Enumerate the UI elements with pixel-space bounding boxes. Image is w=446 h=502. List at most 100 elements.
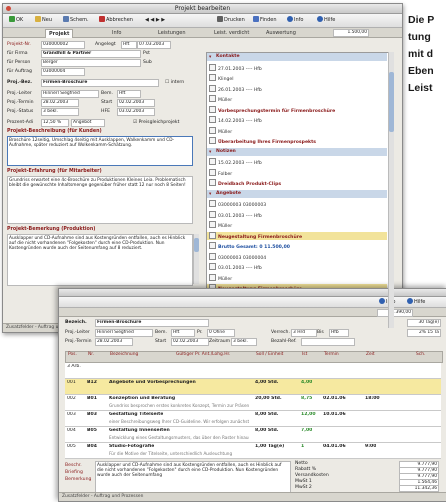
firma-field[interactable]: Grandhill & Partner [41,50,141,58]
tree-group-header[interactable]: ▾ Kontakte [207,53,387,61]
zeitraum-field[interactable]: 3 bekl. [231,338,257,346]
ok-button[interactable]: OK [7,16,25,25]
col-sch[interactable]: Sch. [416,352,425,358]
find-button[interactable]: Finden [251,16,279,25]
tree-item[interactable]: 03.01.2003 ---- Hfb [207,210,387,219]
discount-field[interactable]: 2% 15 Ta [407,329,441,337]
payment-days-field[interactable]: 30 Tag(e) [407,319,441,327]
table-row[interactable]: 004 B05 Gestaltung Innenseiten 8,00 Std. 7,0… [65,427,441,443]
hfe-field[interactable]: 03.02.2003 [117,108,155,116]
help-button[interactable]: Hilfe [405,298,427,307]
col-nr[interactable]: Nr. [88,352,94,358]
table-row[interactable]: 005 B04 Studio-Fotografie 1,00 Tag(e) 1 04.01… [65,443,441,459]
tab-leistungen[interactable]: Leistungen [155,29,189,37]
bemerkung-scrollbar[interactable] [193,234,199,284]
beschr-tab[interactable]: Beschr. [65,462,82,469]
preis-checkbox[interactable]: ☑ Preisgleichprojekt [133,119,179,126]
new-button[interactable]: Neu [33,16,54,25]
leiter-field[interactable]: Hinnerl Siegfried [95,329,153,337]
erfahrung-textarea[interactable]: Grundriss erwartet eine 4c-Broschüre zu … [7,176,193,224]
start-field[interactable]: 02.02.2003 [171,338,209,346]
tree-item[interactable]: Neugestaltung Firmenbroschüre [207,231,387,240]
bez-field[interactable]: Firmen-Broschüre [95,319,209,327]
print-button[interactable]: Drucken [215,16,247,25]
angebot-field[interactable]: Angebot [71,119,105,127]
schema-button[interactable]: Schem. [61,16,91,25]
bem3-field[interactable]: 0 Ohne [207,329,235,337]
bemerkung-tab[interactable]: Bemerkung [65,476,91,483]
briefing-tab[interactable]: Briefing [65,469,83,476]
projektnr-field[interactable]: 030000002 [41,41,85,49]
tree-item[interactable]: 03.01.2003 ---- Hfb [207,263,387,271]
tree-item[interactable]: Brutto Gesamt: 0 11.500,00 [207,242,387,250]
tab-auswertung[interactable]: Auswertung [263,29,299,37]
tree-group-header[interactable]: ▾ Notizen [207,147,387,156]
tree-item[interactable]: 03000003 03000004 [207,252,387,261]
bis-field[interactable]: Hfb [329,329,349,337]
person-field[interactable]: Berger [41,59,141,67]
start-field[interactable]: 02.02.2003 [117,99,155,107]
bez-field[interactable]: Firmen-Broschüre [41,79,159,87]
tree-item[interactable]: Müller [207,221,387,229]
tree-item[interactable]: 26.01.2003 ---- Hfb [207,84,387,93]
leiter-field[interactable]: Hinnerl Siegfried [41,90,99,98]
auftrag-field[interactable]: 03000004 [41,68,85,76]
col-zeit[interactable]: Zeit [366,352,375,358]
tree-item[interactable]: Dreidbach Produkt-Clips [207,179,387,187]
beschreibung-textarea[interactable]: Broschüre 12seitig, Umschlag 4seitig mit… [7,136,193,166]
cancel-button[interactable]: Abbrechen [97,16,135,25]
termin-field[interactable]: 28.02.2003 [41,99,79,107]
bottom-notes-textarea[interactable]: Ausklapper und CD-Aufnahme sind aus Kost… [95,461,291,493]
table-row[interactable]: 003 B03 Gestaltung Titelseite 8,00 Std. 12,0… [65,411,441,427]
col-preis[interactable]: Gültiger Pr. Ant./Lohg.Hr. [176,352,230,358]
table-row[interactable]: 002 B01 Konzeption und Beratung 20,00 Std. 8… [65,395,441,411]
tab-projekt[interactable]: Projekt [45,29,74,38]
tree-item[interactable]: 03000003 03000003 [207,200,387,208]
tree-item[interactable]: 27.01.2003 ---- Hfb [207,63,387,72]
info-button[interactable]: Info [285,16,305,25]
termin-field[interactable]: 28.02.2003 [95,338,133,346]
col-ist[interactable]: Ist [302,352,307,358]
col-bezeichnung[interactable]: Bezeichnung [110,352,138,358]
tree-item[interactable]: Müller [207,95,387,103]
col-soll[interactable]: Soll / Einheit [256,352,283,358]
tab-leist-verdicht[interactable]: Leist. verdicht [211,29,252,37]
window-titlebar[interactable]: Projekt bearbeiten [3,4,402,14]
scroll-thumb[interactable] [389,72,394,132]
bezeichnung-cell: Gestaltung Titelseite [109,412,164,417]
tab-info[interactable]: Info [109,29,124,37]
verrech-field[interactable]: 3 Hrd [291,329,317,337]
tree-item[interactable]: 14.02.2003 ---- Hfb [207,116,387,124]
intern-checkbox[interactable]: ☐ intern [165,79,184,86]
col-pos[interactable]: Pos. [68,352,77,358]
bemerkung-textarea[interactable]: Ausklapper und CD-Aufnahme sind aus Kost… [7,234,193,286]
help-button[interactable]: Hilfe [315,16,337,25]
bem-field[interactable]: Hft [117,90,141,98]
bezahlt-field[interactable] [301,338,355,346]
close-icon[interactable] [6,6,11,11]
schema-icon [63,16,69,22]
table-row[interactable]: 3 Arb. [65,363,441,379]
row-description: Entwicklung eines Gestaltungsmusters, da… [109,435,249,440]
nav-arrows[interactable]: ◀ ◀ ▶ ▶ [143,16,167,25]
tree-scrollbar[interactable] [388,52,394,328]
status-field[interactable]: 3 bekl. [41,108,79,116]
tree-item[interactable]: Müller [207,273,387,282]
scroll-thumb[interactable] [194,238,199,252]
table-row[interactable]: 001 B12 Angebote und Vorbesprechungen 4,00 … [65,379,441,395]
angelegt-date-field[interactable]: 07.03.2003 [137,41,171,49]
tree-item[interactable]: Überarbeitung Ihres Firmenprospekts [207,137,387,145]
tree-item[interactable]: Müller [207,126,387,135]
col-termin[interactable]: Termin [324,352,339,358]
angelegt-by-field[interactable]: Hft [121,41,137,49]
tree-item[interactable]: Folber [207,168,387,177]
tree-group-header[interactable]: ▾ Angebote [207,189,387,198]
tree-item[interactable]: Vorbesprechungstermin für Firmenbroschür… [207,105,387,114]
prozent-field[interactable]: 12,50 % [41,119,69,127]
tree-item[interactable]: 15.02.2003 ---- Hfb [207,158,387,166]
document-icon [209,273,216,281]
tree-item[interactable]: Klingel [207,74,387,82]
bem-field[interactable]: Hft [171,329,195,337]
total-amount-field[interactable]: 39.390,00 [377,309,413,317]
amount-field[interactable]: 1.500,00 [333,29,369,37]
